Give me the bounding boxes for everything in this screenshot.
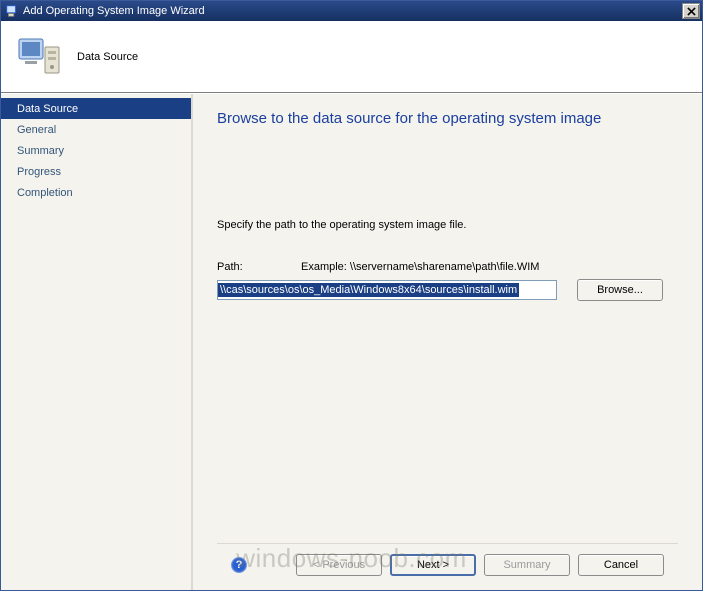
sidebar-item-progress[interactable]: Progress bbox=[1, 161, 191, 182]
spec-instruction: Specify the path to the operating system… bbox=[217, 219, 678, 231]
wizard-main: Browse to the data source for the operat… bbox=[191, 94, 702, 590]
sidebar-item-general[interactable]: General bbox=[1, 119, 191, 140]
summary-button: Summary bbox=[484, 554, 570, 576]
sidebar-item-label: Data Source bbox=[17, 103, 78, 115]
sidebar-item-label: Completion bbox=[17, 187, 73, 199]
computer-icon bbox=[15, 33, 63, 81]
path-input-value: \\cas\sources\os\os_Media\Windows8x64\so… bbox=[218, 283, 519, 297]
sidebar-item-summary[interactable]: Summary bbox=[1, 140, 191, 161]
previous-button: < Previous bbox=[296, 554, 382, 576]
path-row: Path: Example: \\servername\sharename\pa… bbox=[217, 261, 678, 273]
sidebar-item-label: Progress bbox=[17, 166, 61, 178]
header-title: Data Source bbox=[77, 51, 138, 63]
sidebar-item-label: Summary bbox=[17, 145, 64, 157]
wizard-footer: ? < Previous Next > Summary Cancel bbox=[217, 543, 678, 590]
sidebar-item-data-source[interactable]: Data Source bbox=[1, 98, 191, 119]
cancel-button[interactable]: Cancel bbox=[578, 554, 664, 576]
next-button[interactable]: Next > bbox=[390, 554, 476, 576]
window-title: Add Operating System Image Wizard bbox=[23, 5, 682, 17]
browse-button[interactable]: Browse... bbox=[577, 279, 663, 301]
page-title: Browse to the data source for the operat… bbox=[217, 110, 678, 127]
sidebar-item-completion[interactable]: Completion bbox=[1, 182, 191, 203]
sidebar-item-label: General bbox=[17, 124, 56, 136]
wizard-header: Data Source bbox=[1, 21, 702, 93]
wizard-sidebar: Data Source General Summary Progress Com… bbox=[1, 94, 191, 590]
app-icon bbox=[5, 4, 19, 18]
path-example: Example: \\servername\sharename\path\fil… bbox=[301, 261, 539, 273]
path-input[interactable]: \\cas\sources\os\os_Media\Windows8x64\so… bbox=[217, 280, 557, 300]
close-button[interactable] bbox=[682, 3, 700, 19]
path-label: Path: bbox=[217, 261, 301, 273]
help-icon[interactable]: ? bbox=[231, 557, 247, 573]
wizard-body: Data Source General Summary Progress Com… bbox=[1, 93, 702, 590]
title-bar: Add Operating System Image Wizard bbox=[1, 1, 702, 21]
